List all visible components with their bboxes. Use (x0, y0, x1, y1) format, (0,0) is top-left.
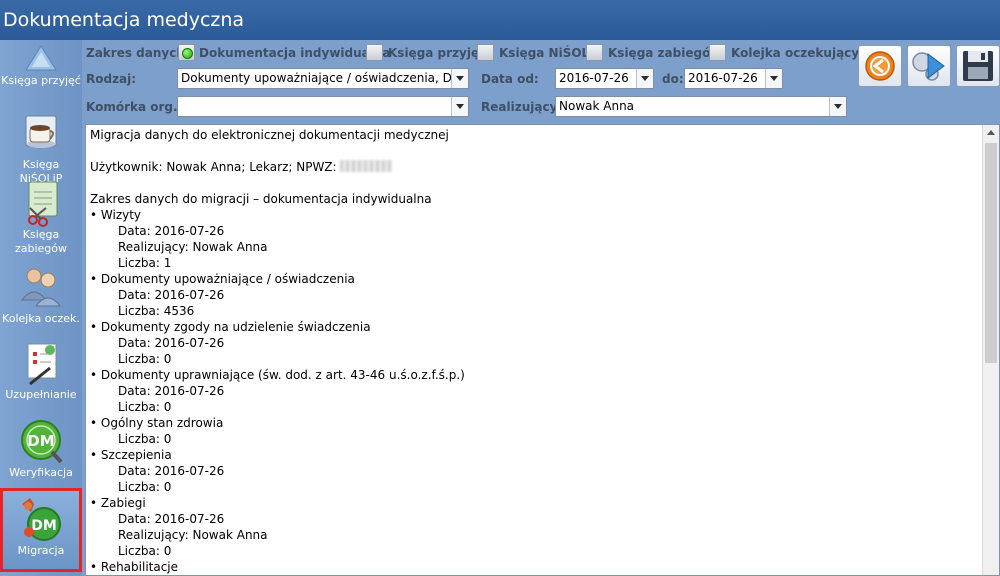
report-line: • Dokumenty uprawniające (św. dod. z art… (90, 368, 465, 382)
svg-text:DM: DM (31, 518, 57, 534)
rodzaj-label: Rodzaj: (86, 72, 137, 86)
sidebar-item-ksiega-przyjec[interactable]: Księga przyjęć (0, 40, 82, 92)
run-button[interactable] (858, 45, 902, 87)
save-floppy-icon (963, 51, 993, 81)
data-od-date-picker[interactable]: 2016-07-26 (555, 68, 654, 89)
sidebar-item-ksiega-nisolip[interactable]: Księga NiŚOLiP (0, 108, 82, 185)
chevron-down-icon[interactable] (636, 69, 653, 88)
coffee-book-icon (16, 108, 66, 158)
report-line: Data: 2016-07-26 (118, 288, 225, 302)
scroll-thumb[interactable] (985, 143, 997, 363)
zakres-ksiega-zabiegow-checkbox[interactable] (586, 44, 603, 61)
data-od-value: 2016-07-26 (559, 71, 629, 85)
zakres-ksiega-przyjec-checkbox[interactable] (366, 44, 383, 61)
run-orange-icon (865, 51, 895, 81)
sidebar-item-weryfikacja[interactable]: DM Weryfikacja (0, 416, 82, 482)
data-do-date-picker[interactable]: 2016-07-26 (684, 68, 783, 89)
report-line: Zakres danych do migracji – dokumentacja… (90, 192, 432, 206)
report-line: Data: 2016-07-26 (118, 512, 225, 526)
report-line: Użytkownik: Nowak Anna; Lekarz; NPWZ: (90, 159, 978, 175)
data-do-label: do: (662, 72, 684, 86)
migrate-button[interactable] (907, 45, 951, 87)
report-line: • Rehabilitacje (90, 560, 179, 574)
zakres-kolejka-checkbox[interactable] (709, 44, 726, 61)
sidebar-item-migracja[interactable]: DM Migracja (0, 488, 82, 572)
dm-migrate-icon: DM (16, 494, 66, 544)
report-blank-line (90, 175, 978, 191)
realizujacy-label: Realizujący: (481, 100, 563, 114)
realizujacy-select[interactable]: Nowak Anna (555, 96, 847, 117)
report-line: Liczba: 0 (118, 432, 172, 446)
report-line: Liczba: 1 (118, 256, 172, 270)
rodzaj-select[interactable]: Dokumenty upoważniające / oświadczenia, … (177, 68, 469, 89)
save-button[interactable] (956, 45, 1000, 87)
report-line: Liczba: 0 (118, 400, 172, 414)
redacted-npwz (340, 160, 393, 172)
report-line: • Wizyty (90, 208, 142, 222)
scroll-up-icon[interactable] (983, 125, 999, 142)
report-blank-line (90, 143, 978, 159)
zakres-option-label: Dokumentacja indywidualna (199, 46, 391, 60)
zakres-label: Zakres danych: (86, 46, 190, 60)
report-line: Realizujący: Nowak Anna (118, 240, 268, 254)
svg-text:DM: DM (27, 432, 54, 450)
report-line: Data: 2016-07-26 (118, 224, 225, 238)
document-pen-icon (16, 338, 66, 388)
window-title: Dokumentacja medyczna (0, 0, 1000, 40)
realizujacy-value: Nowak Anna (559, 99, 635, 113)
report-line: Data: 2016-07-26 (118, 384, 225, 398)
chevron-down-icon[interactable] (829, 97, 846, 116)
sidebar-item-label: Weryfikacja (9, 466, 73, 479)
chevron-down-icon[interactable] (451, 97, 468, 116)
report-line: Liczba: 0 (118, 544, 172, 558)
zakres-option-label: Księga zabiegów (608, 46, 722, 60)
komorka-select[interactable] (177, 96, 469, 117)
sidebar-item-label: Księga zabiegów (14, 228, 68, 255)
report-line: • Dokumenty zgody na udzielenie świadcze… (90, 320, 371, 334)
sidebar-item-kolejka[interactable]: Kolejka oczek. (0, 262, 82, 328)
zakres-option-label: Księga przyjęć (388, 46, 487, 60)
report-line: • Ogólny stan zdrowia (90, 416, 224, 430)
report-line: Data: 2016-07-26 (118, 336, 225, 350)
zakres-option-label: Kolejka oczekujących (731, 46, 875, 60)
report-line: • Dokumenty upoważniające / oświadczenia (90, 272, 355, 286)
rodzaj-value: Dokumenty upoważniające / oświadczenia, … (181, 71, 467, 85)
sidebar-item-uzupelnianie[interactable]: Uzupełnianie (0, 338, 82, 404)
chevron-down-icon[interactable] (451, 69, 468, 88)
report-textarea[interactable]: Migracja danych do elektronicznej dokume… (85, 124, 1000, 576)
sidebar-item-label: Księga przyjęć (1, 74, 81, 87)
book-admission-icon (16, 40, 66, 74)
zakres-dokumentacja-indywidualna-radio[interactable] (178, 44, 195, 61)
report-content: Migracja danych do elektronicznej dokume… (90, 127, 978, 575)
vertical-scrollbar[interactable] (982, 125, 999, 575)
report-line: Liczba: 4536 (118, 304, 195, 318)
sidebar-item-label: Kolejka oczek. (2, 312, 80, 325)
sidebar-item-ksiega-zabiegow[interactable]: Księga zabiegów (0, 178, 82, 256)
migrate-arrow-icon (912, 52, 945, 81)
chevron-down-icon[interactable] (765, 69, 782, 88)
people-queue-icon (16, 262, 66, 312)
dm-verify-icon: DM (16, 416, 66, 466)
sidebar-item-label: Migracja (17, 544, 65, 557)
report-line: Realizujący: Nowak Anna (118, 528, 268, 542)
report-line: Liczba: 0 (118, 352, 172, 366)
zakres-ksiega-nisolip-checkbox[interactable] (477, 44, 494, 61)
report-line: • Szczepienia (90, 448, 172, 462)
report-line: • Zabiegi (90, 496, 146, 510)
report-line: Migracja danych do elektronicznej dokume… (90, 128, 449, 142)
sidebar: Księga przyjęć Księga NiŚOLiP Księga zab… (0, 40, 82, 576)
data-od-label: Data od: (481, 72, 539, 86)
data-do-value: 2016-07-26 (688, 71, 758, 85)
sidebar-item-label: Uzupełnianie (5, 388, 77, 401)
report-line: Liczba: 0 (118, 480, 172, 494)
komorka-label: Komórka org.: (86, 100, 183, 114)
main-panel: Zakres danych: Dokumentacja indywidualna… (82, 40, 1000, 576)
clipboard-scissors-icon (16, 178, 66, 228)
report-line: Data: 2016-07-26 (118, 464, 225, 478)
